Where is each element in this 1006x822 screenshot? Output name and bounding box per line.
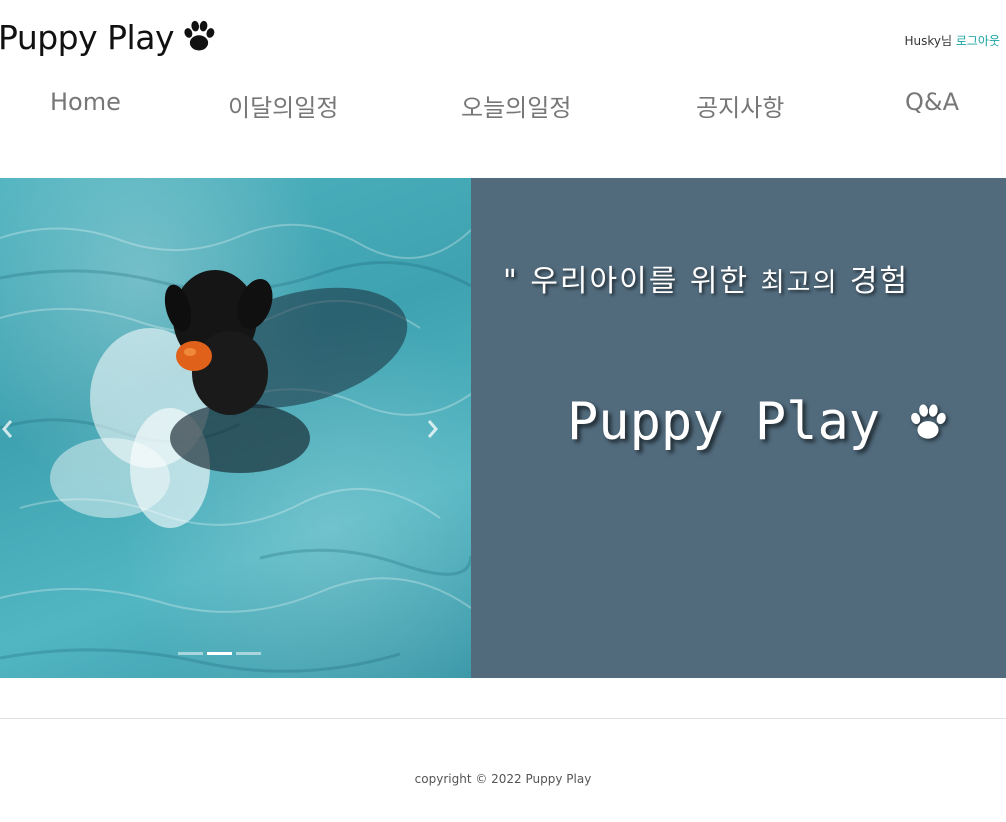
dog-swimming-image [0,223,471,673]
hero-title-text: Puppy Play [567,392,881,452]
tagline-main: " 우리아이를 위한 [503,264,761,299]
hero-tagline: " 우리아이를 위한 최고의 경험 [503,256,909,300]
image-carousel[interactable] [0,178,471,678]
user-area: Husky님 로그아웃 [904,32,1000,49]
logout-link[interactable]: 로그아웃 [956,34,1000,48]
brand-logo[interactable]: Puppy Play [0,18,218,57]
carousel-prev-icon[interactable] [0,418,14,440]
user-name: Husky님 [904,34,952,48]
main-nav: Home 이달의일정 오늘의일정 공지사항 Q&A [0,88,1006,128]
hero-text-panel: " 우리아이를 위한 최고의 경험 Puppy Play [471,178,1006,678]
paw-icon [911,404,946,439]
carousel-indicator-1[interactable] [178,652,203,655]
carousel-indicators [178,652,261,655]
nav-monthly-schedule[interactable]: 이달의일정 [228,88,338,123]
carousel-indicator-3[interactable] [236,652,261,655]
nav-qna[interactable]: Q&A [905,88,959,116]
nav-notices[interactable]: 공지사항 [696,88,784,123]
tagline-end: 경험 [838,264,910,299]
carousel-next-icon[interactable] [426,418,440,440]
hero-title: Puppy Play [567,392,950,452]
carousel-indicator-2[interactable] [207,652,232,655]
hero-section: " 우리아이를 위한 최고의 경험 Puppy Play [0,178,1006,678]
nav-today-schedule[interactable]: 오늘의일정 [461,88,571,123]
nav-home[interactable]: Home [50,88,121,116]
footer-divider [0,718,1006,719]
paw-icon [184,20,215,50]
page: Puppy Play Husky님 로그아웃 Home 이달의일정 오늘의일정 … [0,0,1006,822]
brand-name: Puppy Play [0,18,174,57]
footer-copyright: copyright © 2022 Puppy Play [414,772,592,786]
tagline-small: 최고의 [760,268,839,298]
